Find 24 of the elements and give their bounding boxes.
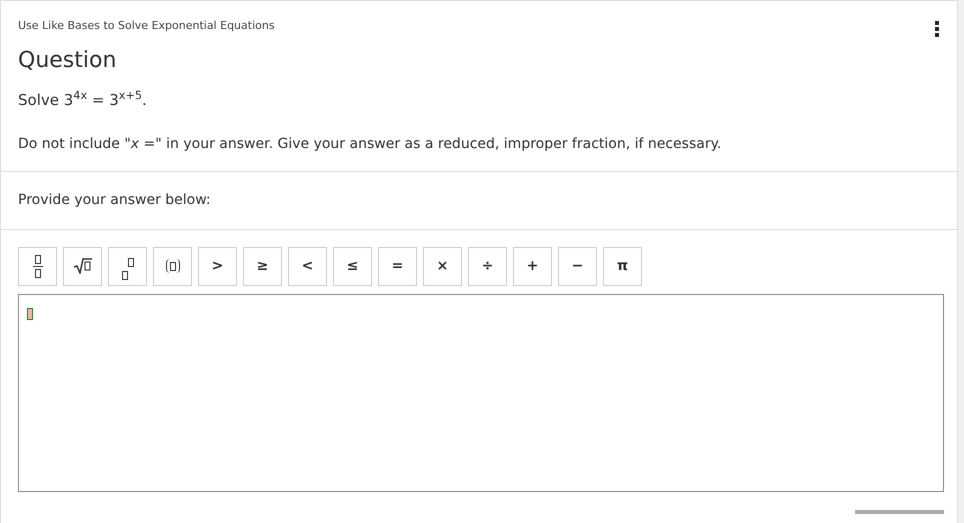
symbol-button[interactable]: × — [423, 246, 462, 286]
template-button[interactable] — [63, 246, 102, 286]
symbol-button[interactable]: < — [288, 246, 327, 286]
symbol-button[interactable]: + — [513, 246, 552, 286]
cursor-placeholder-icon — [27, 308, 33, 320]
answer-label: Provide your answer below: — [18, 190, 212, 210]
template-button[interactable] — [18, 246, 57, 286]
fraction-icon — [32, 254, 42, 278]
symbol-button[interactable]: ≤ — [333, 246, 372, 286]
question-instructions: Do not include "x =" in your answer. Give your answer as a reduced, improper fraction, if necessary. — [18, 134, 722, 154]
question-heading: Question — [18, 47, 118, 75]
question-prompt: Solve 3$^{4x}$ = 3$^{x+5}$. — [18, 89, 148, 111]
symbol-button[interactable]: π — [603, 246, 642, 286]
topic-title: Use Like Bases to Solve Exponential Equations — [18, 18, 275, 34]
symbol-button[interactable]: > — [198, 246, 237, 286]
template-button[interactable] — [108, 246, 147, 286]
square-root-icon — [72, 258, 92, 274]
symbol-button[interactable]: ÷ — [468, 246, 507, 286]
symbol-button[interactable]: − — [558, 246, 597, 286]
symbol-button[interactable]: = — [378, 246, 417, 286]
template-button[interactable] — [153, 246, 192, 286]
symbol-button[interactable]: ≥ — [243, 246, 282, 286]
parentheses-icon — [166, 259, 180, 273]
answer-input-field[interactable] — [18, 294, 944, 492]
